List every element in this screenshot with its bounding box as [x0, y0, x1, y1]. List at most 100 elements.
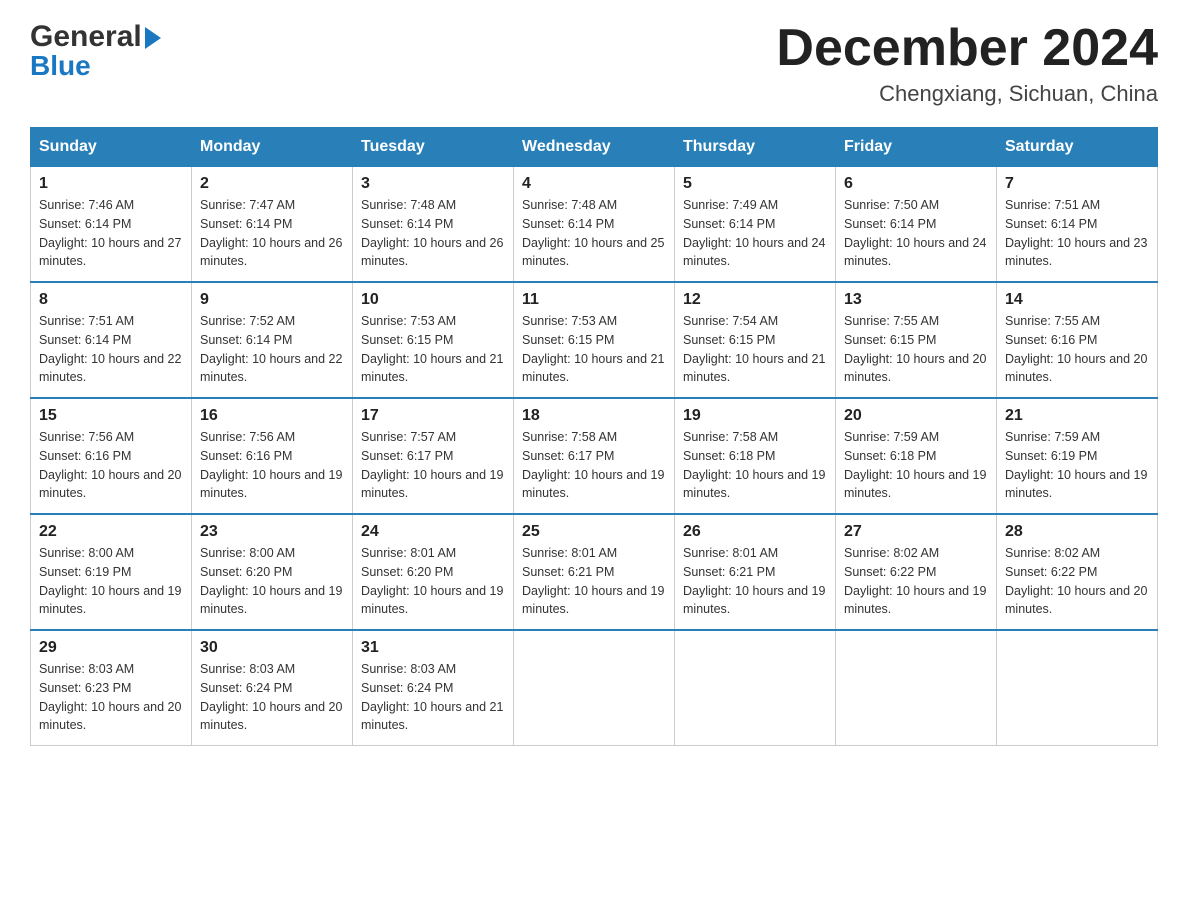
day-info: Sunrise: 8:02 AMSunset: 6:22 PMDaylight:…	[844, 546, 986, 616]
day-info: Sunrise: 8:00 AMSunset: 6:19 PMDaylight:…	[39, 546, 181, 616]
day-number: 26	[683, 523, 827, 541]
day-cell: 26 Sunrise: 8:01 AMSunset: 6:21 PMDayligh…	[675, 514, 836, 630]
day-cell	[675, 630, 836, 746]
day-cell: 9 Sunrise: 7:52 AMSunset: 6:14 PMDaylight…	[192, 282, 353, 398]
day-cell: 19 Sunrise: 7:58 AMSunset: 6:18 PMDayligh…	[675, 398, 836, 514]
day-number: 29	[39, 639, 183, 657]
day-number: 14	[1005, 291, 1149, 309]
day-cell: 14Sunrise: 7:55 AMSunset: 6:16 PMDayligh…	[997, 282, 1158, 398]
day-info: Sunrise: 8:02 AMSunset: 6:22 PMDaylight:…	[1005, 546, 1147, 616]
day-cell: 21Sunrise: 7:59 AMSunset: 6:19 PMDayligh…	[997, 398, 1158, 514]
week-row-5: 29 Sunrise: 8:03 AMSunset: 6:23 PMDayligh…	[31, 630, 1158, 746]
day-cell	[836, 630, 997, 746]
day-cell: 5 Sunrise: 7:49 AMSunset: 6:14 PMDaylight…	[675, 167, 836, 283]
day-info: Sunrise: 8:03 AMSunset: 6:23 PMDaylight:…	[39, 662, 181, 732]
day-cell: 12 Sunrise: 7:54 AMSunset: 6:15 PMDayligh…	[675, 282, 836, 398]
day-info: Sunrise: 7:49 AMSunset: 6:14 PMDaylight:…	[683, 198, 825, 268]
day-cell: 6 Sunrise: 7:50 AMSunset: 6:14 PMDaylight…	[836, 167, 997, 283]
day-info: Sunrise: 7:52 AMSunset: 6:14 PMDaylight:…	[200, 314, 342, 384]
day-info: Sunrise: 7:47 AMSunset: 6:14 PMDaylight:…	[200, 198, 342, 268]
calendar-table: SundayMondayTuesdayWednesdayThursdayFrid…	[30, 127, 1158, 746]
day-cell: 25 Sunrise: 8:01 AMSunset: 6:21 PMDayligh…	[514, 514, 675, 630]
day-cell: 17 Sunrise: 7:57 AMSunset: 6:17 PMDayligh…	[353, 398, 514, 514]
day-info: Sunrise: 7:53 AMSunset: 6:15 PMDaylight:…	[522, 314, 664, 384]
day-info: Sunrise: 7:50 AMSunset: 6:14 PMDaylight:…	[844, 198, 986, 268]
day-number: 25	[522, 523, 666, 541]
day-info: Sunrise: 7:46 AMSunset: 6:14 PMDaylight:…	[39, 198, 181, 268]
day-info: Sunrise: 7:55 AMSunset: 6:15 PMDaylight:…	[844, 314, 986, 384]
day-info: Sunrise: 7:48 AMSunset: 6:14 PMDaylight:…	[522, 198, 664, 268]
day-cell: 11 Sunrise: 7:53 AMSunset: 6:15 PMDayligh…	[514, 282, 675, 398]
day-cell: 2 Sunrise: 7:47 AMSunset: 6:14 PMDaylight…	[192, 167, 353, 283]
logo-blue: Blue	[30, 50, 91, 82]
day-cell: 22 Sunrise: 8:00 AMSunset: 6:19 PMDayligh…	[31, 514, 192, 630]
col-header-friday: Friday	[836, 128, 997, 167]
col-header-tuesday: Tuesday	[353, 128, 514, 167]
day-info: Sunrise: 7:58 AMSunset: 6:18 PMDaylight:…	[683, 430, 825, 500]
month-title: December 2024	[776, 20, 1158, 77]
day-cell: 4 Sunrise: 7:48 AMSunset: 6:14 PMDaylight…	[514, 167, 675, 283]
day-number: 30	[200, 639, 344, 657]
week-row-4: 22 Sunrise: 8:00 AMSunset: 6:19 PMDayligh…	[31, 514, 1158, 630]
day-info: Sunrise: 8:01 AMSunset: 6:20 PMDaylight:…	[361, 546, 503, 616]
col-header-monday: Monday	[192, 128, 353, 167]
day-number: 17	[361, 407, 505, 425]
day-cell: 18 Sunrise: 7:58 AMSunset: 6:17 PMDayligh…	[514, 398, 675, 514]
day-number: 9	[200, 291, 344, 309]
title-block: December 2024 Chengxiang, Sichuan, China	[776, 20, 1158, 107]
day-cell: 28 Sunrise: 8:02 AMSunset: 6:22 PMDayligh…	[997, 514, 1158, 630]
week-row-2: 8Sunrise: 7:51 AMSunset: 6:14 PMDaylight…	[31, 282, 1158, 398]
day-cell: 16Sunrise: 7:56 AMSunset: 6:16 PMDayligh…	[192, 398, 353, 514]
day-cell: 13 Sunrise: 7:55 AMSunset: 6:15 PMDayligh…	[836, 282, 997, 398]
day-info: Sunrise: 7:54 AMSunset: 6:15 PMDaylight:…	[683, 314, 825, 384]
day-cell: 30 Sunrise: 8:03 AMSunset: 6:24 PMDayligh…	[192, 630, 353, 746]
day-number: 22	[39, 523, 183, 541]
day-number: 2	[200, 175, 344, 193]
day-cell: 10Sunrise: 7:53 AMSunset: 6:15 PMDayligh…	[353, 282, 514, 398]
day-number: 23	[200, 523, 344, 541]
day-number: 18	[522, 407, 666, 425]
logo-general: General	[30, 20, 142, 54]
day-info: Sunrise: 7:53 AMSunset: 6:15 PMDaylight:…	[361, 314, 503, 384]
day-number: 28	[1005, 523, 1149, 541]
day-info: Sunrise: 7:57 AMSunset: 6:17 PMDaylight:…	[361, 430, 503, 500]
day-cell: 24 Sunrise: 8:01 AMSunset: 6:20 PMDayligh…	[353, 514, 514, 630]
col-header-sunday: Sunday	[31, 128, 192, 167]
week-row-1: 1Sunrise: 7:46 AMSunset: 6:14 PMDaylight…	[31, 167, 1158, 283]
day-number: 24	[361, 523, 505, 541]
day-cell	[514, 630, 675, 746]
day-cell: 20Sunrise: 7:59 AMSunset: 6:18 PMDayligh…	[836, 398, 997, 514]
day-number: 15	[39, 407, 183, 425]
day-cell: 27Sunrise: 8:02 AMSunset: 6:22 PMDayligh…	[836, 514, 997, 630]
day-cell: 29 Sunrise: 8:03 AMSunset: 6:23 PMDayligh…	[31, 630, 192, 746]
day-cell	[997, 630, 1158, 746]
day-number: 6	[844, 175, 988, 193]
page-header: General Blue December 2024 Chengxiang, S…	[30, 20, 1158, 107]
day-info: Sunrise: 7:58 AMSunset: 6:17 PMDaylight:…	[522, 430, 664, 500]
day-info: Sunrise: 8:03 AMSunset: 6:24 PMDaylight:…	[361, 662, 503, 732]
location-title: Chengxiang, Sichuan, China	[776, 81, 1158, 107]
day-info: Sunrise: 8:00 AMSunset: 6:20 PMDaylight:…	[200, 546, 342, 616]
logo-arrow-icon	[145, 27, 161, 49]
day-info: Sunrise: 7:59 AMSunset: 6:18 PMDaylight:…	[844, 430, 986, 500]
day-number: 11	[522, 291, 666, 309]
logo: General Blue	[30, 20, 161, 82]
day-number: 4	[522, 175, 666, 193]
day-number: 19	[683, 407, 827, 425]
day-info: Sunrise: 7:48 AMSunset: 6:14 PMDaylight:…	[361, 198, 503, 268]
day-info: Sunrise: 8:01 AMSunset: 6:21 PMDaylight:…	[522, 546, 664, 616]
day-cell: 1Sunrise: 7:46 AMSunset: 6:14 PMDaylight…	[31, 167, 192, 283]
day-cell: 23 Sunrise: 8:00 AMSunset: 6:20 PMDayligh…	[192, 514, 353, 630]
day-info: Sunrise: 7:56 AMSunset: 6:16 PMDaylight:…	[39, 430, 181, 500]
day-number: 21	[1005, 407, 1149, 425]
week-row-3: 15 Sunrise: 7:56 AMSunset: 6:16 PMDayligh…	[31, 398, 1158, 514]
day-number: 13	[844, 291, 988, 309]
day-number: 16	[200, 407, 344, 425]
day-info: Sunrise: 8:03 AMSunset: 6:24 PMDaylight:…	[200, 662, 342, 732]
day-info: Sunrise: 8:01 AMSunset: 6:21 PMDaylight:…	[683, 546, 825, 616]
day-number: 5	[683, 175, 827, 193]
col-header-wednesday: Wednesday	[514, 128, 675, 167]
day-number: 12	[683, 291, 827, 309]
col-header-thursday: Thursday	[675, 128, 836, 167]
day-cell: 7Sunrise: 7:51 AMSunset: 6:14 PMDaylight…	[997, 167, 1158, 283]
